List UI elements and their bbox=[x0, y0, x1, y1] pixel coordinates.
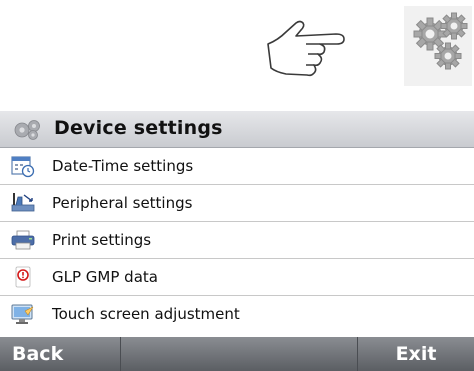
settings-gears-icon bbox=[404, 6, 472, 86]
back-button[interactable]: Back bbox=[0, 337, 120, 371]
touch-screen-icon bbox=[11, 304, 34, 324]
menu-item-touch-screen-adjustment[interactable]: Touch screen adjustment bbox=[0, 296, 474, 332]
menu-item-peripheral-settings[interactable]: Peripheral settings bbox=[0, 185, 474, 222]
menu-item-glp-gmp-data[interactable]: GLP GMP data bbox=[0, 259, 474, 296]
menu-item-date-time-settings[interactable]: Date-Time settings bbox=[0, 148, 474, 185]
printer-icon bbox=[11, 230, 35, 250]
screen-header: Device settings bbox=[0, 111, 474, 148]
hand-pointer-icon bbox=[267, 20, 345, 77]
calendar-clock-icon bbox=[11, 156, 35, 178]
glp-icon bbox=[15, 266, 31, 288]
menu-item-label: Touch screen adjustment bbox=[52, 305, 240, 323]
empty-toolbar-slot bbox=[121, 337, 357, 371]
menu-item-label: Peripheral settings bbox=[52, 194, 193, 212]
gears-icon bbox=[14, 120, 40, 140]
peripheral-icon bbox=[11, 193, 35, 212]
menu-item-label: Print settings bbox=[52, 231, 152, 249]
device-settings-screen: Device settings Date-Time settings Perip… bbox=[0, 111, 474, 371]
page-title: Device settings bbox=[54, 117, 223, 139]
bottom-toolbar: Back Exit bbox=[0, 337, 474, 371]
menu-item-label: GLP GMP data bbox=[52, 268, 158, 286]
menu-item-label: Date-Time settings bbox=[52, 157, 194, 175]
exit-button[interactable]: Exit bbox=[358, 337, 474, 371]
menu-item-print-settings[interactable]: Print settings bbox=[0, 222, 474, 259]
